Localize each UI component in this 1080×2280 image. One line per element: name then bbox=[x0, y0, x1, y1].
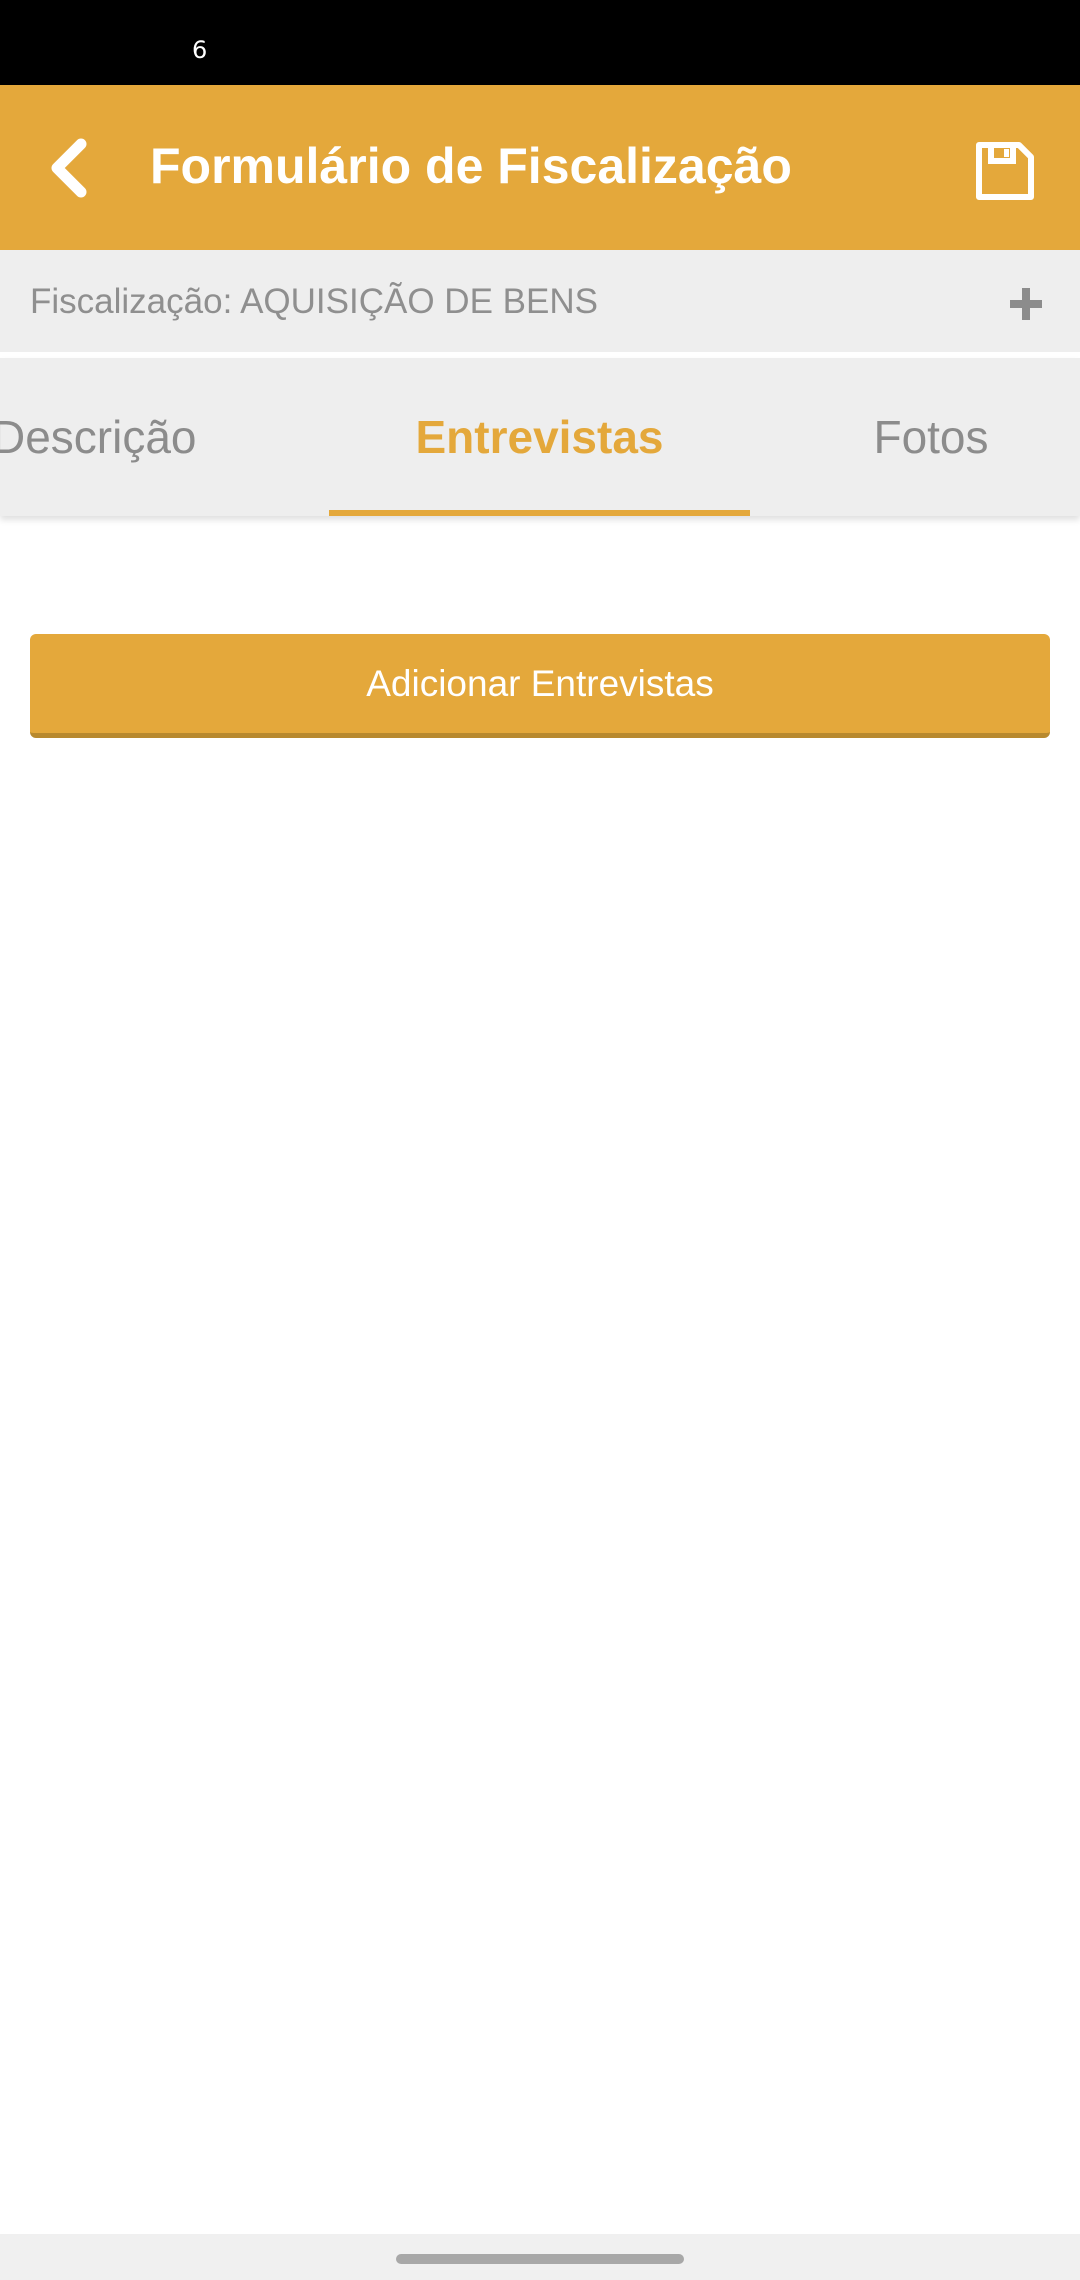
tab-fotos[interactable]: Fotos bbox=[800, 358, 1062, 516]
gesture-handle[interactable] bbox=[396, 2254, 684, 2264]
tab-entrevistas[interactable]: Entrevistas bbox=[329, 358, 750, 516]
tab-indicator bbox=[329, 510, 750, 516]
tab-descricao[interactable]: Descrição bbox=[0, 358, 222, 516]
page-title: Formulário de Fiscalização bbox=[150, 138, 792, 194]
plus-icon bbox=[1010, 288, 1042, 320]
add-interviews-button[interactable]: Adicionar Entrevistas bbox=[30, 634, 1050, 738]
add-button[interactable] bbox=[994, 272, 1058, 336]
chevron-left-icon bbox=[51, 138, 87, 198]
tab-bar: Descrição Entrevistas Fotos bbox=[0, 358, 1080, 516]
save-button[interactable] bbox=[960, 131, 1050, 211]
inspection-header: Fiscalização: AQUISIÇÃO DE BENS bbox=[0, 250, 1080, 355]
inspection-label: Fiscalização: AQUISIÇÃO DE BENS bbox=[30, 282, 598, 321]
floppy-disk-icon bbox=[976, 142, 1034, 200]
status-indicator: 6 bbox=[192, 36, 208, 64]
navigation-bar bbox=[0, 2234, 1080, 2280]
app-bar: Formulário de Fiscalização bbox=[0, 85, 1080, 250]
screen: 6 Formulário de Fiscalização Fiscalizaçã… bbox=[0, 0, 1080, 2280]
status-bar: 6 bbox=[0, 0, 1080, 85]
back-button[interactable] bbox=[24, 123, 114, 213]
